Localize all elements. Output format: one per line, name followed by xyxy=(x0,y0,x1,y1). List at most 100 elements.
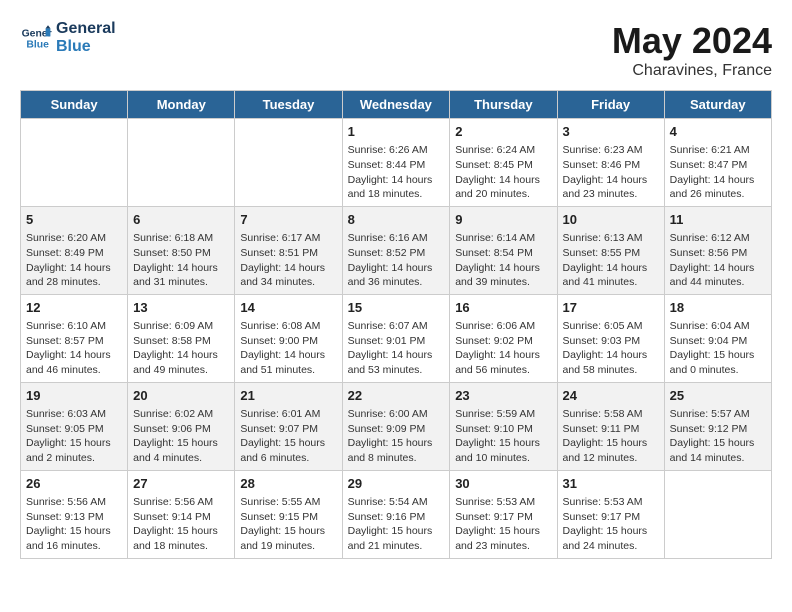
calendar-week-row: 12 Sunrise: 6:10 AM Sunset: 8:57 PM Dayli… xyxy=(21,294,772,382)
cell-day-number: 24 xyxy=(563,387,659,405)
cell-day-number: 14 xyxy=(240,299,336,317)
cell-day-number: 12 xyxy=(26,299,122,317)
calendar-cell: 4Sunrise: 6:21 AM Sunset: 8:47 PM Daylig… xyxy=(664,119,771,207)
day-of-week-header: Saturday xyxy=(664,91,771,119)
calendar-week-row: 19 Sunrise: 6:03 AM Sunset: 9:05 PM Dayli… xyxy=(21,382,772,470)
calendar-cell: 8Sunrise: 6:16 AM Sunset: 8:52 PM Daylig… xyxy=(342,206,450,294)
day-of-week-header: Thursday xyxy=(450,91,557,119)
calendar-cell: 23Sunrise: 5:59 AM Sunset: 9:10 PM Dayli… xyxy=(450,382,557,470)
cell-day-number: 10 xyxy=(563,211,659,229)
logo: General Blue General Blue xyxy=(20,20,116,56)
logo-text-line1: General xyxy=(56,20,116,38)
cell-day-number: 7 xyxy=(240,211,336,229)
cell-day-number: 8 xyxy=(348,211,445,229)
calendar-cell xyxy=(235,119,342,207)
calendar-cell: 30 Sunrise: 5:53 AM Sunset: 9:17 PM Dayli… xyxy=(450,470,557,558)
calendar-cell: 9 Sunrise: 6:14 AM Sunset: 8:54 PM Daylig… xyxy=(450,206,557,294)
cell-day-number: 9 xyxy=(455,211,551,229)
cell-info: Sunrise: 6:14 AM Sunset: 8:54 PM Dayligh… xyxy=(455,231,551,290)
logo-icon: General Blue xyxy=(20,22,52,54)
cell-day-number: 27 xyxy=(133,475,229,493)
day-of-week-header: Tuesday xyxy=(235,91,342,119)
calendar-cell: 24 Sunrise: 5:58 AM Sunset: 9:11 PM Dayli… xyxy=(557,382,664,470)
calendar-cell: 13 Sunrise: 6:09 AM Sunset: 8:58 PM Dayli… xyxy=(128,294,235,382)
cell-info: Sunrise: 6:20 AM Sunset: 8:49 PM Dayligh… xyxy=(26,231,122,290)
cell-day-number: 13 xyxy=(133,299,229,317)
calendar-cell: 14 Sunrise: 6:08 AM Sunset: 9:00 PM Dayli… xyxy=(235,294,342,382)
calendar-cell: 12 Sunrise: 6:10 AM Sunset: 8:57 PM Dayli… xyxy=(21,294,128,382)
cell-info: Sunrise: 5:53 AM Sunset: 9:17 PM Dayligh… xyxy=(455,495,551,554)
cell-info: Sunrise: 5:55 AM Sunset: 9:15 PM Dayligh… xyxy=(240,495,336,554)
calendar-cell: 2 Sunrise: 6:24 AM Sunset: 8:45 PM Daylig… xyxy=(450,119,557,207)
header: General Blue General Blue May 2024 Chara… xyxy=(20,20,772,80)
calendar-cell: 11 Sunrise: 6:12 AM Sunset: 8:56 PM Dayli… xyxy=(664,206,771,294)
cell-day-number: 19 xyxy=(26,387,122,405)
cell-info: Sunrise: 6:24 AM Sunset: 8:45 PM Dayligh… xyxy=(455,143,551,202)
cell-info: Sunrise: 6:00 AM Sunset: 9:09 PM Dayligh… xyxy=(348,407,445,466)
cell-info: Sunrise: 5:56 AM Sunset: 9:13 PM Dayligh… xyxy=(26,495,122,554)
cell-day-number: 3 xyxy=(563,123,659,141)
day-of-week-header: Wednesday xyxy=(342,91,450,119)
calendar-cell: 29Sunrise: 5:54 AM Sunset: 9:16 PM Dayli… xyxy=(342,470,450,558)
svg-text:Blue: Blue xyxy=(26,40,49,51)
calendar-week-row: 26Sunrise: 5:56 AM Sunset: 9:13 PM Dayli… xyxy=(21,470,772,558)
cell-info: Sunrise: 5:58 AM Sunset: 9:11 PM Dayligh… xyxy=(563,407,659,466)
calendar-cell: 10 Sunrise: 6:13 AM Sunset: 8:55 PM Dayli… xyxy=(557,206,664,294)
cell-info: Sunrise: 6:18 AM Sunset: 8:50 PM Dayligh… xyxy=(133,231,229,290)
calendar-cell xyxy=(21,119,128,207)
sub-title: Charavines, France xyxy=(612,62,772,80)
calendar-cell: 15 Sunrise: 6:07 AM Sunset: 9:01 PM Dayli… xyxy=(342,294,450,382)
calendar-cell: 7 Sunrise: 6:17 AM Sunset: 8:51 PM Daylig… xyxy=(235,206,342,294)
calendar: SundayMondayTuesdayWednesdayThursdayFrid… xyxy=(20,90,772,559)
cell-info: Sunrise: 6:07 AM Sunset: 9:01 PM Dayligh… xyxy=(348,319,445,378)
cell-day-number: 6 xyxy=(133,211,229,229)
calendar-cell: 31 Sunrise: 5:53 AM Sunset: 9:17 PM Dayli… xyxy=(557,470,664,558)
cell-info: Sunrise: 6:13 AM Sunset: 8:55 PM Dayligh… xyxy=(563,231,659,290)
cell-day-number: 31 xyxy=(563,475,659,493)
main-title: May 2024 xyxy=(612,20,772,62)
calendar-cell: 27Sunrise: 5:56 AM Sunset: 9:14 PM Dayli… xyxy=(128,470,235,558)
cell-info: Sunrise: 6:10 AM Sunset: 8:57 PM Dayligh… xyxy=(26,319,122,378)
cell-day-number: 15 xyxy=(348,299,445,317)
calendar-cell: 1Sunrise: 6:26 AM Sunset: 8:44 PM Daylig… xyxy=(342,119,450,207)
calendar-cell: 19 Sunrise: 6:03 AM Sunset: 9:05 PM Dayli… xyxy=(21,382,128,470)
cell-day-number: 2 xyxy=(455,123,551,141)
cell-info: Sunrise: 6:04 AM Sunset: 9:04 PM Dayligh… xyxy=(670,319,766,378)
cell-day-number: 30 xyxy=(455,475,551,493)
day-of-week-header: Monday xyxy=(128,91,235,119)
day-of-week-header: Friday xyxy=(557,91,664,119)
cell-day-number: 23 xyxy=(455,387,551,405)
cell-day-number: 28 xyxy=(240,475,336,493)
cell-info: Sunrise: 6:09 AM Sunset: 8:58 PM Dayligh… xyxy=(133,319,229,378)
cell-day-number: 22 xyxy=(348,387,445,405)
cell-info: Sunrise: 6:03 AM Sunset: 9:05 PM Dayligh… xyxy=(26,407,122,466)
calendar-cell xyxy=(128,119,235,207)
cell-info: Sunrise: 6:02 AM Sunset: 9:06 PM Dayligh… xyxy=(133,407,229,466)
cell-day-number: 25 xyxy=(670,387,766,405)
calendar-cell: 22 Sunrise: 6:00 AM Sunset: 9:09 PM Dayli… xyxy=(342,382,450,470)
calendar-cell: 16Sunrise: 6:06 AM Sunset: 9:02 PM Dayli… xyxy=(450,294,557,382)
calendar-cell: 18 Sunrise: 6:04 AM Sunset: 9:04 PM Dayli… xyxy=(664,294,771,382)
cell-info: Sunrise: 6:26 AM Sunset: 8:44 PM Dayligh… xyxy=(348,143,445,202)
calendar-cell: 5 Sunrise: 6:20 AM Sunset: 8:49 PM Daylig… xyxy=(21,206,128,294)
cell-info: Sunrise: 6:06 AM Sunset: 9:02 PM Dayligh… xyxy=(455,319,551,378)
calendar-cell: 21Sunrise: 6:01 AM Sunset: 9:07 PM Dayli… xyxy=(235,382,342,470)
calendar-cell: 3 Sunrise: 6:23 AM Sunset: 8:46 PM Daylig… xyxy=(557,119,664,207)
cell-day-number: 18 xyxy=(670,299,766,317)
cell-info: Sunrise: 5:53 AM Sunset: 9:17 PM Dayligh… xyxy=(563,495,659,554)
calendar-week-row: 1Sunrise: 6:26 AM Sunset: 8:44 PM Daylig… xyxy=(21,119,772,207)
cell-day-number: 4 xyxy=(670,123,766,141)
cell-day-number: 11 xyxy=(670,211,766,229)
cell-info: Sunrise: 6:08 AM Sunset: 9:00 PM Dayligh… xyxy=(240,319,336,378)
cell-day-number: 17 xyxy=(563,299,659,317)
cell-info: Sunrise: 6:01 AM Sunset: 9:07 PM Dayligh… xyxy=(240,407,336,466)
logo-text-line2: Blue xyxy=(56,38,116,56)
calendar-header-row: SundayMondayTuesdayWednesdayThursdayFrid… xyxy=(21,91,772,119)
cell-info: Sunrise: 6:23 AM Sunset: 8:46 PM Dayligh… xyxy=(563,143,659,202)
cell-info: Sunrise: 6:17 AM Sunset: 8:51 PM Dayligh… xyxy=(240,231,336,290)
cell-info: Sunrise: 6:12 AM Sunset: 8:56 PM Dayligh… xyxy=(670,231,766,290)
cell-info: Sunrise: 6:05 AM Sunset: 9:03 PM Dayligh… xyxy=(563,319,659,378)
calendar-cell: 28 Sunrise: 5:55 AM Sunset: 9:15 PM Dayli… xyxy=(235,470,342,558)
cell-day-number: 5 xyxy=(26,211,122,229)
cell-day-number: 20 xyxy=(133,387,229,405)
